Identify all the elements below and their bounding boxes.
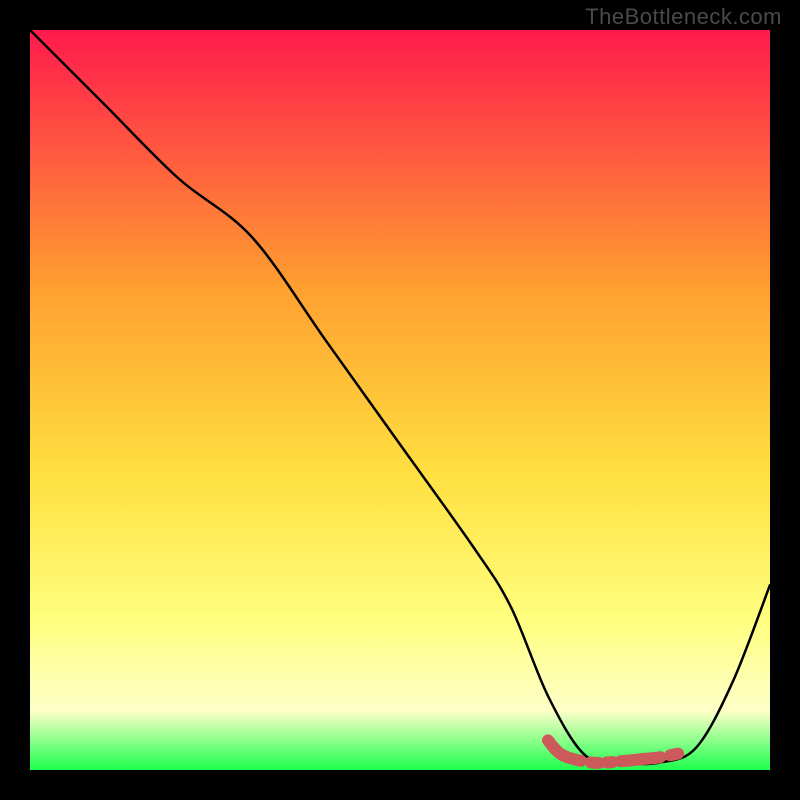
watermark-text: TheBottleneck.com bbox=[585, 4, 782, 30]
chart-svg bbox=[30, 30, 770, 770]
plot-area bbox=[30, 30, 770, 770]
chart-frame: TheBottleneck.com bbox=[0, 0, 800, 800]
